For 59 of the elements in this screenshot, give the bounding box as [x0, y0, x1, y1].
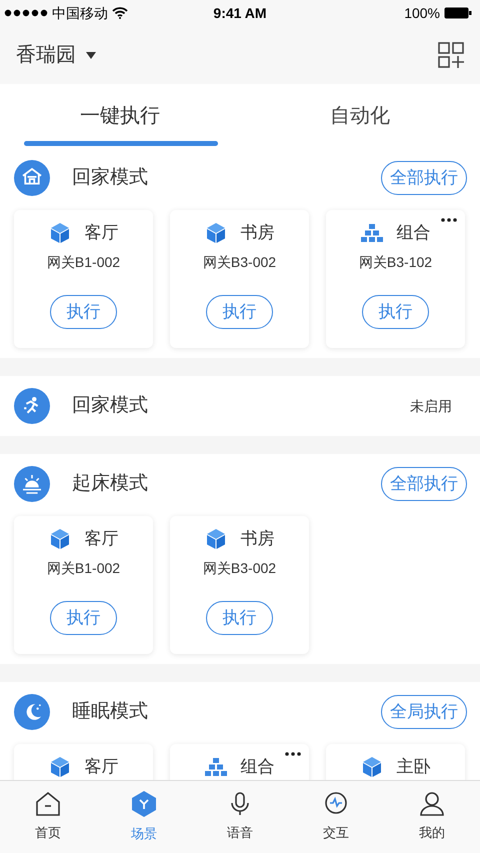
scene-title: 起床模式 [72, 472, 148, 496]
cube-icon [204, 528, 226, 550]
carrier-name: 中国移动 [52, 4, 108, 22]
execute-button[interactable]: 执行 [206, 600, 273, 634]
cube-icon [204, 222, 226, 244]
room-name: 书房 [240, 222, 274, 244]
gateway-label: 网关B3-002 [202, 558, 276, 578]
sunrise-icon [14, 466, 50, 502]
scene-title: 睡眠模式 [72, 700, 148, 724]
house-icon [14, 160, 50, 196]
nav-tab[interactable]: 场景 [96, 781, 192, 853]
cube-icon [48, 528, 70, 550]
gateway-label: 网关B1-002 [46, 252, 120, 272]
moon-icon [14, 694, 50, 730]
execute-all-button[interactable]: 全局执行 [381, 695, 467, 729]
execute-button[interactable]: 执行 [206, 294, 273, 328]
execute-all-button[interactable]: 全部执行 [381, 467, 467, 501]
nav-tab[interactable]: 我的 [384, 781, 480, 853]
gateway-label: 网关B3-102 [358, 252, 432, 272]
status-label: 未启用 [410, 396, 452, 416]
room-name: 组合 [396, 222, 430, 244]
cube-icon [48, 756, 70, 778]
signal-icon [4, 9, 48, 17]
scene-title: 回家模式 [72, 166, 148, 190]
execute-button[interactable]: 执行 [50, 294, 117, 328]
cube-icon [48, 222, 70, 244]
room-name: 书房 [240, 528, 274, 550]
location-dropdown[interactable]: 香瑞园 [16, 40, 96, 70]
room-name: 客厅 [84, 528, 118, 550]
battery-icon [444, 7, 472, 19]
tab[interactable]: 一键执行 [0, 84, 240, 148]
add-grid-icon[interactable] [438, 42, 464, 68]
wifi-icon [112, 7, 128, 19]
caret-icon [86, 52, 96, 58]
nav-tab[interactable]: 语音 [192, 781, 288, 853]
room-name: 客厅 [84, 756, 118, 778]
room-name: 客厅 [84, 222, 118, 244]
more-icon[interactable] [285, 752, 301, 756]
cube-icon [360, 756, 382, 778]
scene-icon [130, 790, 158, 818]
room-name: 组合 [240, 756, 274, 778]
room-name: 主卧 [396, 756, 430, 778]
nav-tab[interactable]: 交互 [288, 781, 384, 853]
user-icon [419, 791, 445, 818]
tab[interactable]: 自动化 [240, 84, 480, 148]
scene-title: 回家模式 [72, 394, 148, 418]
more-icon[interactable] [441, 218, 457, 222]
clock-time: 9:41 AM [213, 4, 267, 22]
runner-icon [14, 388, 50, 424]
execute-button[interactable]: 执行 [50, 600, 117, 634]
battery-percent: 100% [404, 4, 440, 22]
gateway-label: 网关B1-002 [46, 558, 120, 578]
home-icon [35, 791, 61, 818]
stacked-blocks-icon [204, 756, 226, 777]
gateway-label: 网关B3-002 [202, 252, 276, 272]
execute-all-button[interactable]: 全部执行 [381, 161, 467, 195]
execute-button[interactable]: 执行 [362, 294, 429, 328]
nav-tab[interactable]: 首页 [0, 781, 96, 853]
stacked-blocks-icon [360, 222, 382, 243]
